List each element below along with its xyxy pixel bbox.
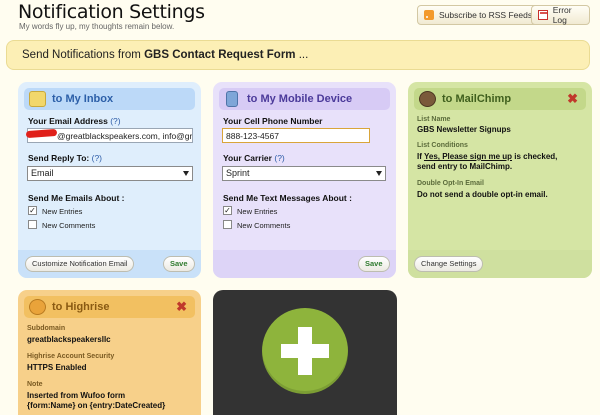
envelope-icon [29, 91, 46, 107]
new-comments-label: New Comments [42, 221, 96, 230]
new-entries-label: New Entries [42, 207, 83, 216]
mobile-card: to My Mobile Device Your Cell Phone Numb… [213, 82, 396, 278]
mailchimp-card: to MailChimp ✖ List Name GBS Newsletter … [408, 82, 592, 278]
subdomain-value: greatblackspeakersllc [27, 335, 111, 344]
highrise-close-icon[interactable]: ✖ [176, 300, 187, 313]
change-settings-button[interactable]: Change Settings [414, 256, 484, 272]
sms-new-entries-checkbox[interactable]: ✓ [223, 206, 232, 215]
add-integration-card[interactable] [213, 290, 397, 415]
subdomain-label: Subdomain [27, 325, 66, 332]
note-label: Note [27, 381, 43, 388]
sms-new-comments-checkbox[interactable] [223, 220, 232, 229]
chevron-down-icon [376, 171, 382, 176]
error-log-button[interactable]: Error Log [531, 5, 590, 25]
inbox-card-footer: Customize Notification Email Save [18, 250, 201, 278]
condition-field-link[interactable]: Yes, Please sign me up [424, 152, 512, 161]
sms-new-comments-label: New Comments [237, 221, 291, 230]
mailchimp-card-footer: Change Settings [408, 250, 592, 278]
rss-button-label: Subscribe to RSS Feeds [439, 10, 533, 20]
inbox-save-button[interactable]: Save [163, 256, 195, 272]
inbox-card: to My Inbox Your Email Address (?) @grea… [18, 82, 201, 278]
mobile-card-title: to My Mobile Device [247, 93, 353, 105]
mailchimp-logo-icon [419, 91, 436, 107]
carrier-help-link[interactable]: (?) [274, 153, 284, 163]
customize-email-button[interactable]: Customize Notification Email [25, 256, 135, 272]
list-name-label: List Name [417, 116, 451, 123]
sms-new-entries-label: New Entries [237, 207, 278, 216]
note-line1: Inserted from Wufoo form [27, 391, 126, 400]
highrise-card-title: to Highrise [52, 301, 110, 313]
security-label: Highrise Account Security [27, 353, 115, 360]
highrise-card-header: to Highrise ✖ [24, 296, 195, 318]
highrise-card: to Highrise ✖ Subdomain greatblackspeake… [18, 290, 201, 415]
phone-field[interactable]: 888-123-4567 [222, 128, 370, 143]
plus-icon[interactable] [262, 308, 348, 394]
email-label: Your Email Address (?) [28, 116, 121, 126]
mobile-card-header: to My Mobile Device [219, 88, 390, 110]
list-conditions-label: List Conditions [417, 142, 468, 149]
security-value: HTTPS Enabled [27, 363, 87, 372]
reply-to-label: Send Reply To: (?) [28, 153, 103, 163]
page-title: Notification Settings [18, 1, 205, 23]
rss-button[interactable]: Subscribe to RSS Feeds [417, 5, 540, 25]
rss-icon [424, 10, 434, 20]
phone-icon [226, 91, 238, 107]
new-entries-checkbox[interactable]: ✓ [28, 206, 37, 215]
sms-about-label: Send Me Text Messages About : [223, 193, 352, 203]
inbox-card-header: to My Inbox [24, 88, 195, 110]
mobile-card-footer: Save [213, 250, 396, 278]
new-comments-checkbox[interactable] [28, 220, 37, 229]
error-log-button-label: Error Log [552, 5, 572, 25]
email-help-link[interactable]: (?) [110, 116, 120, 126]
mailchimp-close-icon[interactable]: ✖ [567, 92, 578, 105]
page-subtitle: My words fly up, my thoughts remain belo… [19, 22, 175, 31]
phone-label: Your Cell Phone Number [223, 116, 323, 126]
note-line2: {form:Name} on {entry:DateCreated} [27, 401, 166, 410]
list-name-value: GBS Newsletter Signups [417, 125, 511, 134]
inbox-card-title: to My Inbox [52, 93, 114, 105]
double-optin-value: Do not send a double opt-in email. [417, 190, 548, 199]
carrier-label: Your Carrier (?) [223, 153, 285, 163]
list-conditions-line1: If Yes, Please sign me up is checked, [417, 152, 558, 161]
chevron-down-icon [183, 171, 189, 176]
carrier-select[interactable]: Sprint [222, 166, 386, 181]
mailchimp-card-header: to MailChimp ✖ [414, 88, 586, 110]
double-optin-label: Double Opt-In Email [417, 180, 484, 187]
notification-banner: Send Notifications from GBS Contact Requ… [6, 40, 590, 70]
email-about-label: Send Me Emails About : [28, 193, 125, 203]
mobile-save-button[interactable]: Save [358, 256, 390, 272]
error-log-icon [538, 10, 548, 20]
mailchimp-card-title: to MailChimp [442, 93, 512, 105]
form-name: GBS Contact Request Form [144, 49, 296, 61]
list-conditions-line2: send entry to MailChimp. [417, 162, 513, 171]
reply-to-select[interactable]: Email [27, 166, 193, 181]
reply-help-link[interactable]: (?) [92, 153, 102, 163]
highrise-logo-icon [29, 299, 46, 315]
